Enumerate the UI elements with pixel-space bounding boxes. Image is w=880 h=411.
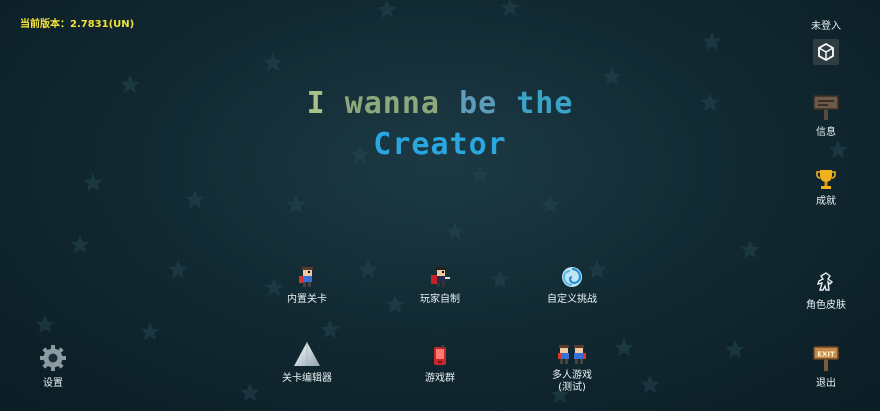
skins-label: 角色皮肤: [806, 300, 846, 311]
info-button[interactable]: 信息: [796, 93, 856, 139]
two-kids-icon: [558, 345, 586, 364]
player-made-button[interactable]: 玩家自制: [395, 266, 485, 306]
multiplayer-label: 多人游戏: [552, 370, 592, 381]
game-group-button[interactable]: 游戏群: [395, 345, 485, 385]
player-made-label: 玩家自制: [420, 294, 460, 305]
settings-label: 设置: [43, 378, 63, 389]
title-word-the: the: [516, 86, 574, 121]
spike-triangle-icon: [294, 342, 320, 366]
trophy-icon: [816, 170, 836, 189]
caped-kid-icon: [431, 267, 450, 287]
version-label: 当前版本：2.7831(UN): [20, 19, 135, 30]
builtin-levels-label: 内置关卡: [287, 294, 327, 305]
achievements-label: 成就: [816, 196, 836, 207]
title-word-i: I: [306, 86, 326, 121]
settings-button[interactable]: 设置: [8, 344, 98, 390]
title-word-wanna: wanna: [344, 86, 440, 121]
exit-sign-icon: EXIT: [813, 346, 839, 371]
unity-logo-icon: [813, 39, 839, 65]
swirl-portal-icon: [562, 267, 582, 287]
gear-icon: [40, 345, 66, 371]
multiplayer-sublabel: (测试): [558, 382, 586, 393]
title-word-creator: Creator: [373, 127, 507, 162]
game-title: I wanna be the Creator: [0, 86, 880, 162]
custom-challenge-label: 自定义挑战: [547, 294, 597, 305]
login-label: 未登入: [811, 21, 841, 32]
game-group-label: 游戏群: [425, 373, 455, 384]
svg-text:EXIT: EXIT: [817, 351, 835, 359]
exit-button[interactable]: EXIT 退出: [796, 344, 856, 390]
custom-challenge-button[interactable]: 自定义挑战: [527, 266, 617, 306]
achievements-button[interactable]: 成就: [796, 168, 856, 208]
login-button[interactable]: 未登入: [796, 21, 856, 71]
builtin-levels-button[interactable]: 内置关卡: [262, 266, 352, 306]
skins-button[interactable]: 角色皮肤: [796, 270, 856, 312]
character-outline-icon: [816, 272, 834, 291]
info-label: 信息: [816, 127, 836, 138]
multiplayer-button[interactable]: 多人游戏 (测试): [527, 344, 617, 394]
phone-icon: [434, 345, 446, 365]
title-word-be: be: [459, 86, 498, 121]
level-editor-button[interactable]: 关卡编辑器: [262, 341, 352, 385]
exit-label: 退出: [816, 378, 836, 389]
kid-character-icon: [299, 267, 313, 287]
level-editor-label: 关卡编辑器: [282, 373, 332, 384]
signboard-icon: [813, 95, 839, 120]
